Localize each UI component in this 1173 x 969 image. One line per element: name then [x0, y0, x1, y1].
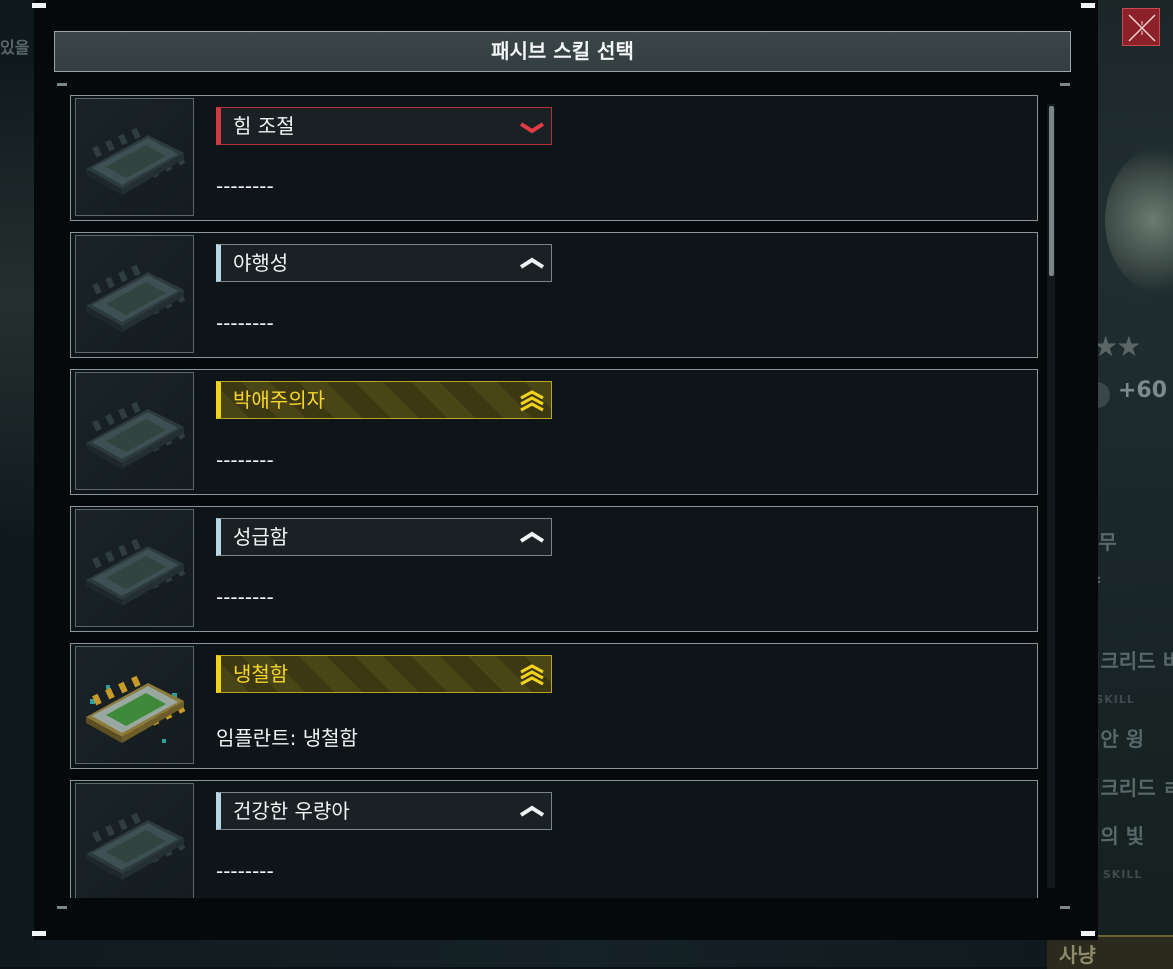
dialog-title-bar: 패시브 스킬 선택: [54, 31, 1071, 72]
skill-description: --------: [216, 859, 274, 883]
skill-name-tag: 성급함: [216, 518, 552, 556]
rank-indicator: [519, 252, 545, 280]
rank-indicator: [519, 389, 545, 417]
skill-name: 건강한 우량아: [233, 799, 350, 823]
chevron-down-icon: [519, 122, 545, 134]
skill-card[interactable]: 성급함 --------: [70, 506, 1038, 632]
dialog-title: 패시브 스킬 선택: [491, 39, 634, 63]
close-x-icon: [1128, 14, 1156, 42]
skill-card[interactable]: 박애주의자 --------: [70, 369, 1038, 495]
skill-description: --------: [216, 585, 274, 609]
skill-name: 야행성: [233, 251, 289, 275]
skill-name-tag: 야행성: [216, 244, 552, 282]
chip-inactive-icon: [86, 538, 186, 606]
skill-description: --------: [216, 174, 274, 198]
skill-list[interactable]: 힘 조절 -------- 야행성 -------- 박애주의자 -------- 성…: [70, 95, 1038, 898]
skill-card[interactable]: 힘 조절 --------: [70, 95, 1038, 221]
skill-description: 임플란트: 냉철함: [216, 726, 358, 750]
skill-name: 냉철함: [233, 662, 289, 686]
skill-name: 성급함: [233, 525, 289, 549]
skill-name-tag: 박애주의자: [216, 381, 552, 419]
skill-name: 힘 조절: [233, 114, 295, 138]
background-line: 사냥: [1059, 943, 1096, 967]
scrollbar-thumb[interactable]: [1049, 106, 1054, 276]
background-tag: 사냥: [1047, 935, 1173, 969]
skill-thumbnail: [75, 235, 194, 353]
chip-inactive-icon: [86, 127, 186, 195]
rank-indicator: [519, 115, 545, 143]
close-button[interactable]: [1122, 8, 1160, 46]
corner-mark: [1081, 3, 1095, 8]
rank-indicator: [519, 800, 545, 828]
skill-name: 박애주의자: [233, 388, 325, 412]
chip-inactive-icon: [86, 401, 186, 469]
chip-active-icon: [86, 675, 186, 743]
frame-tick: [57, 83, 67, 86]
chip-inactive-icon: [86, 264, 186, 332]
skill-thumbnail: [75, 646, 194, 764]
skill-thumbnail: [75, 372, 194, 490]
background-bonus: +60: [1118, 378, 1168, 403]
corner-mark: [32, 3, 46, 8]
triple-chevron-up-icon: [520, 664, 544, 686]
chevron-up-icon: [519, 257, 545, 269]
skill-card[interactable]: 야행성 --------: [70, 232, 1038, 358]
skill-description: --------: [216, 448, 274, 472]
skill-thumbnail: [75, 783, 194, 898]
skill-name-tag: 힘 조절: [216, 107, 552, 145]
frame-tick: [1060, 83, 1070, 86]
triple-chevron-up-icon: [520, 390, 544, 412]
frame-tick: [1060, 906, 1070, 909]
skill-description: --------: [216, 311, 274, 335]
skill-thumbnail: [75, 98, 194, 216]
background-text: 있을: [0, 38, 30, 57]
corner-mark: [32, 931, 46, 936]
skill-card[interactable]: 건강한 우량아 --------: [70, 780, 1038, 898]
chevron-up-icon: [519, 805, 545, 817]
chip-inactive-icon: [86, 812, 186, 880]
rank-indicator: [519, 526, 545, 554]
frame-tick: [57, 906, 67, 909]
chevron-up-icon: [519, 531, 545, 543]
skill-thumbnail: [75, 509, 194, 627]
rank-indicator: [519, 663, 545, 691]
skill-card[interactable]: 냉철함임플란트: 냉철함: [70, 643, 1038, 769]
skill-name-tag: 냉철함: [216, 655, 552, 693]
skill-name-tag: 건강한 우량아: [216, 792, 552, 830]
corner-mark: [1081, 931, 1095, 936]
